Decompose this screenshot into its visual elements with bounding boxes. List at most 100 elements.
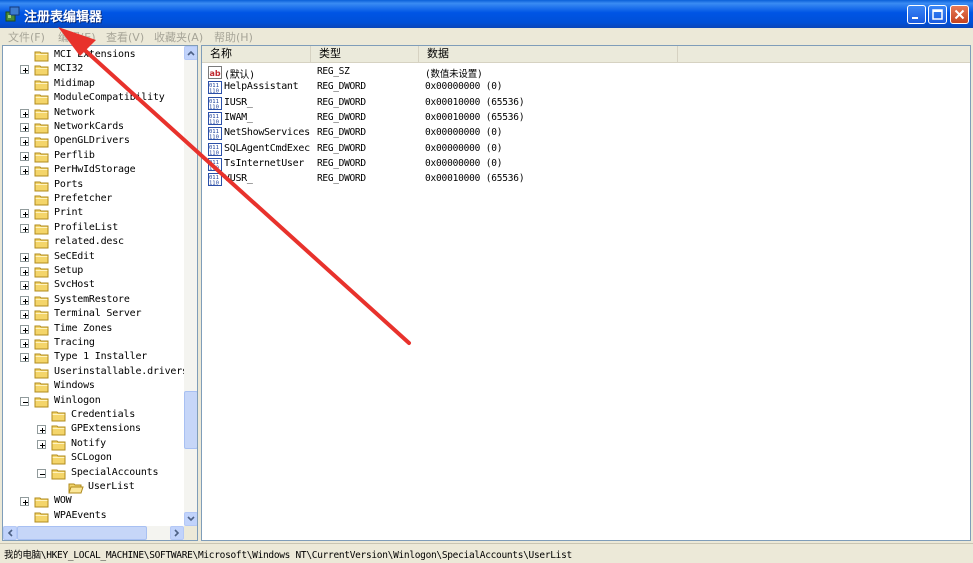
status-bar: 我的电脑\HKEY_LOCAL_MACHINE\SOFTWARE\Microso…	[0, 543, 973, 563]
scroll-right-button[interactable]	[170, 526, 184, 540]
tree-expander[interactable]	[37, 425, 46, 435]
tree-expander[interactable]	[20, 166, 29, 176]
tree-vertical-scrollbar[interactable]	[184, 46, 197, 526]
tree-expander[interactable]	[20, 281, 29, 291]
menu-view[interactable]: 查看(V)	[106, 29, 144, 45]
folder-icon	[34, 325, 49, 336]
menu-favorites[interactable]: 收藏夹(A)	[154, 29, 203, 45]
binary-value-icon: 011110	[208, 96, 222, 110]
tree-item-label: Terminal Server	[54, 308, 142, 320]
open-folder-icon	[68, 483, 84, 494]
tree-item-label: Userinstallable.drivers	[54, 365, 188, 377]
expand-icon	[23, 298, 28, 304]
value-data: 0x00010000 (65536)	[425, 111, 525, 123]
tree-item-label: Ports	[54, 178, 84, 190]
value-data: 0x00000000 (0)	[425, 127, 503, 139]
value-list[interactable]: 名称 类型 数据 ab (默认) REG_SZ (数值未设置) 011 110 HelpAs…	[201, 45, 971, 541]
list-header: 名称 类型 数据	[202, 46, 970, 63]
string-value-icon: ab	[208, 66, 222, 79]
binary-value-icon: 011110	[208, 173, 222, 187]
value-data: 0x00010000 (65536)	[425, 96, 525, 108]
minimize-icon	[912, 17, 918, 19]
value-type: REG_DWORD	[317, 111, 366, 123]
tree-expander[interactable]	[37, 439, 46, 449]
tree-expander[interactable]	[20, 123, 29, 132]
column-data[interactable]: 数据	[419, 46, 678, 62]
tree-expander[interactable]	[20, 396, 29, 406]
scrollbar-corner	[184, 526, 197, 540]
list-item[interactable]: 011 110 VUSR_ REG_DWORD 0x00010000 (65536)	[202, 172, 970, 187]
expand-icon	[23, 212, 28, 218]
scroll-down-button[interactable]	[184, 512, 197, 526]
value-name: SQLAgentCmdExec	[224, 142, 310, 154]
value-type: REG_DWORD	[317, 173, 366, 185]
menu-bar: 文件(F) 编辑(E) 查看(V) 收藏夹(A) 帮助(H)	[0, 28, 973, 45]
tree-horizontal-scrollbar[interactable]	[3, 526, 184, 540]
svg-text:110: 110	[209, 165, 219, 171]
value-type: REG_SZ	[317, 66, 350, 77]
folder-icon	[34, 382, 49, 393]
tree-expander[interactable]	[37, 468, 46, 478]
scroll-left-button[interactable]	[3, 526, 17, 540]
value-name: NetShowServices	[224, 127, 310, 139]
tree-item-label: Tracing	[54, 337, 95, 348]
list-item[interactable]: ab (默认) REG_SZ (数值未设置)	[202, 65, 970, 81]
tree-expander[interactable]	[20, 252, 29, 262]
scroll-thumb[interactable]	[184, 391, 197, 449]
list-item[interactable]: 011 110 TsInternetUser REG_DWORD 0x00000000 …	[202, 157, 970, 172]
tree-item-label: SystemRestore	[54, 293, 130, 305]
title-bar[interactable]: 注册表编辑器	[0, 0, 973, 28]
tree-item-label: NetworkCards	[54, 121, 124, 132]
column-name[interactable]: 名称	[202, 46, 311, 62]
menu-help[interactable]: 帮助(H)	[214, 29, 253, 45]
tree-item-label: MCI Extensions	[54, 49, 136, 60]
svg-text:110: 110	[209, 119, 219, 125]
value-data: 0x00000000 (0)	[425, 157, 503, 169]
tree-expander[interactable]	[20, 310, 29, 320]
expand-icon	[23, 327, 28, 333]
tree-item-label: Prefetcher	[54, 193, 113, 204]
tree-item-label: SvcHost	[54, 279, 95, 291]
menu-file[interactable]: 文件(F)	[8, 29, 45, 45]
list-item[interactable]: 011 110 SQLAgentCmdExec REG_DWORD 0x00000000…	[202, 142, 970, 157]
tree-expander[interactable]	[20, 267, 29, 276]
binary-value-icon: 011110	[208, 157, 222, 171]
tree-expander[interactable]	[20, 324, 29, 334]
tree-expander[interactable]	[20, 137, 29, 147]
value-name: TsInternetUser	[224, 157, 305, 169]
tree-item-label: Network	[54, 106, 95, 118]
tree-item-label: SCLogon	[71, 452, 112, 464]
tree-item-label: Type 1 Installer	[54, 351, 148, 363]
key-tree[interactable]: MCI Extensions MCI32 Midimap ModuleCompatib…	[2, 45, 198, 541]
tree-expander[interactable]	[20, 339, 29, 348]
tree-expander[interactable]	[20, 65, 29, 75]
maximize-button[interactable]	[928, 5, 947, 24]
scroll-up-button[interactable]	[184, 46, 197, 60]
value-type: REG_DWORD	[317, 96, 366, 108]
tree-expander[interactable]	[20, 497, 29, 507]
scroll-thumb-horizontal[interactable]	[17, 526, 147, 540]
folder-icon	[34, 339, 49, 350]
tree-expander[interactable]	[20, 108, 29, 118]
tree-expander[interactable]	[20, 151, 29, 161]
close-icon	[954, 9, 965, 20]
minimize-button[interactable]	[907, 5, 926, 24]
list-item[interactable]: 011 110 IUSR_ REG_DWORD 0x00010000 (65536)	[202, 96, 970, 111]
menu-edit[interactable]: 编辑(E)	[58, 29, 96, 45]
close-button[interactable]	[950, 5, 969, 24]
list-item[interactable]: 011 110 HelpAssistant REG_DWORD 0x00000000 (…	[202, 80, 970, 95]
expand-icon	[23, 342, 28, 347]
list-item[interactable]: 011 110 NetShowServices REG_DWORD 0x00000000…	[202, 126, 970, 141]
folder-icon	[34, 224, 49, 235]
tree-expander[interactable]	[20, 353, 29, 363]
folder-icon	[34, 296, 49, 307]
column-type[interactable]: 类型	[311, 46, 419, 62]
folder-icon	[34, 80, 49, 91]
tree-expander[interactable]	[20, 295, 29, 305]
tree-expander[interactable]	[20, 209, 29, 219]
tree-expander[interactable]	[20, 223, 29, 233]
list-item[interactable]: 011 110 IWAM_ REG_DWORD 0x00010000 (65536)	[202, 111, 970, 126]
tree-folder	[34, 395, 50, 411]
folder-icon	[34, 238, 49, 249]
folder-icon	[34, 281, 49, 292]
